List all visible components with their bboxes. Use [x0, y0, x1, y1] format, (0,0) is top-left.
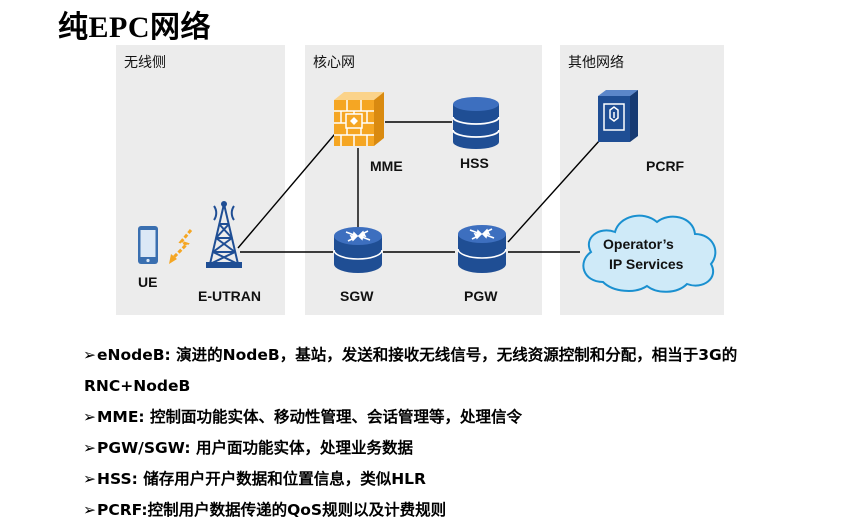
link-eutran-mme — [237, 127, 341, 249]
list-item: ➢MME: 控制面功能实体、移动性管理、会话管理等，处理信令 — [83, 402, 853, 433]
description-list: ➢eNodeB: 演进的NodeB，基站，发送和接收无线信号，无线资源控制和分配… — [83, 340, 853, 526]
list-item: ➢PGW/SGW: 用户面功能实体，处理业务数据 — [83, 433, 853, 464]
list-item: ➢PCRF:控制用户数据传递的QoS规则以及计费规则 — [83, 495, 853, 526]
ip-services-label-line1: Operator’s — [603, 236, 674, 252]
ip-services-label-line2: IP Services — [609, 256, 684, 272]
sgw-label: SGW — [340, 288, 374, 304]
list-item: ➢eNodeB: 演进的NodeB，基站，发送和接收无线信号，无线资源控制和分配… — [83, 340, 853, 371]
router-icon — [333, 227, 383, 273]
eutran-label: E-UTRAN — [198, 288, 261, 304]
bullet-arrow-icon: ➢ — [83, 408, 96, 426]
router-icon — [457, 225, 507, 273]
ue-label: UE — [138, 274, 158, 290]
bullet-arrow-icon: ➢ — [83, 470, 96, 488]
firewall-icon — [334, 92, 384, 146]
bullet-arrow-icon: ➢ — [83, 346, 96, 364]
bullet-arrow-icon: ➢ — [83, 501, 96, 519]
mme-label: MME — [370, 158, 403, 174]
pcrf-label: PCRF — [646, 158, 685, 174]
database-icon — [452, 97, 500, 149]
bullet-arrow-icon: ➢ — [83, 439, 96, 457]
cell-tower-icon — [206, 201, 242, 268]
radio-signal-icon — [169, 229, 193, 264]
pgw-label: PGW — [464, 288, 498, 304]
list-item: RNC+NodeB — [84, 377, 191, 395]
mobile-phone-icon — [138, 226, 158, 264]
list-item: ➢HSS: 储存用户开户数据和位置信息，类似HLR — [83, 464, 853, 495]
hss-label: HSS — [460, 155, 489, 171]
server-icon — [598, 90, 638, 142]
